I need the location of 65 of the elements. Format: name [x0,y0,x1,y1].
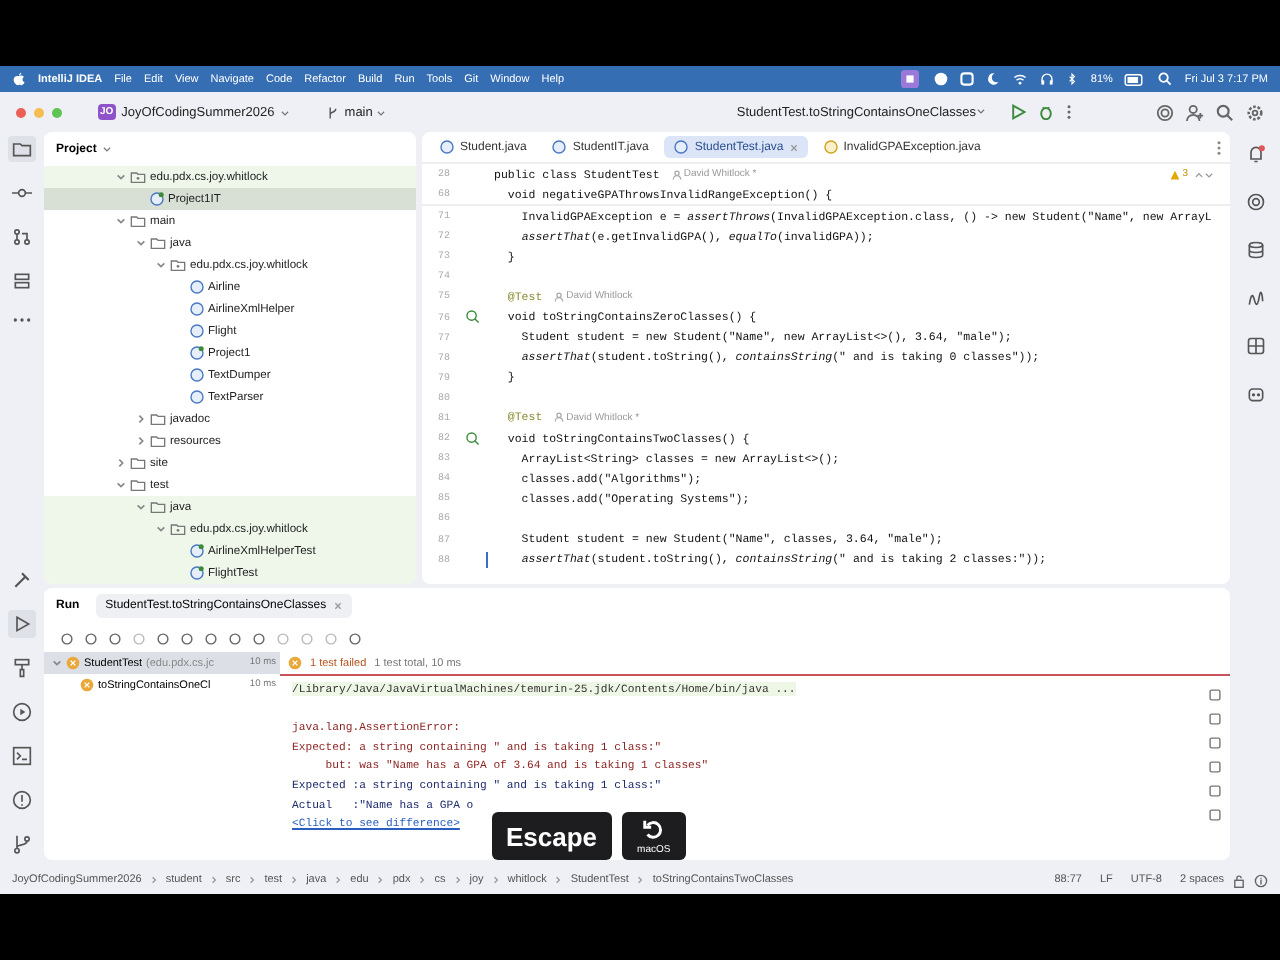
person-icon [554,291,565,302]
debug-icon[interactable] [1038,104,1054,120]
window-close-button[interactable] [16,107,26,117]
chevron-icon[interactable] [156,524,166,534]
chevron-icon[interactable] [136,414,146,424]
chevron-down-icon [976,105,986,115]
class-icon [674,140,689,154]
chevron-icon[interactable] [136,238,146,248]
lock-icon[interactable] [1232,873,1246,887]
run-icon[interactable] [1010,104,1026,120]
class-icon [552,140,567,154]
person-icon [671,169,682,179]
folder-icon[interactable] [8,136,36,162]
terminal-icon[interactable] [8,742,36,770]
failed-icon [66,656,80,670]
apple-icon[interactable] [12,72,26,86]
chevron-icon[interactable] [116,458,126,468]
package-icon [170,522,186,536]
chevron-down-icon [280,107,291,117]
bluetooth-icon[interactable] [1066,72,1079,86]
class-icon [150,192,164,206]
chevron-down-icon[interactable] [102,144,113,154]
settings-icon[interactable] [1246,103,1264,121]
wifi-icon[interactable] [1012,72,1029,86]
chevron-icon[interactable] [136,502,146,512]
run-icon[interactable] [8,610,36,638]
failed-icon [288,656,302,670]
square-icon[interactable] [960,72,975,86]
play-circle-icon[interactable] [8,698,36,726]
branch-icon [326,105,341,119]
keystroke-display: Escape [492,812,612,860]
headphones-icon[interactable] [1040,72,1055,86]
failed-icon [80,678,94,692]
warning-icon[interactable] [8,786,36,814]
run-test-icon[interactable] [465,310,479,325]
chevron-icon[interactable] [52,658,62,668]
chevron-icon[interactable] [116,480,126,490]
search-icon[interactable] [1216,103,1234,121]
search-icon[interactable] [1158,72,1173,86]
person-icon [554,412,565,423]
class-icon [190,544,204,558]
class-icon [190,346,204,360]
pull-request-icon[interactable] [8,224,36,250]
chevron-icon[interactable] [156,260,166,270]
package-icon [170,258,186,272]
chevron-down-icon [376,107,387,117]
undo-icon [642,817,665,839]
chevron-icon[interactable] [116,216,126,226]
chevron-icon[interactable] [136,436,146,446]
warning-icon [1170,169,1181,179]
chevron-down-icon[interactable] [1204,169,1214,179]
spiral-icon[interactable] [1156,103,1174,121]
chevron-icon[interactable] [116,172,126,182]
class-icon [440,140,454,154]
screen-record-icon[interactable] [898,70,923,88]
info-icon[interactable] [1254,873,1268,887]
battery-icon[interactable] [1124,73,1147,85]
exception-icon [823,140,838,154]
git-branch-icon[interactable] [8,830,36,858]
class-icon [190,566,204,580]
package-icon [130,170,146,184]
run-test-icon[interactable] [465,431,479,446]
chevron-up-icon[interactable] [1194,169,1204,179]
moon-icon[interactable] [986,72,1001,86]
add-user-icon[interactable] [1186,103,1204,121]
